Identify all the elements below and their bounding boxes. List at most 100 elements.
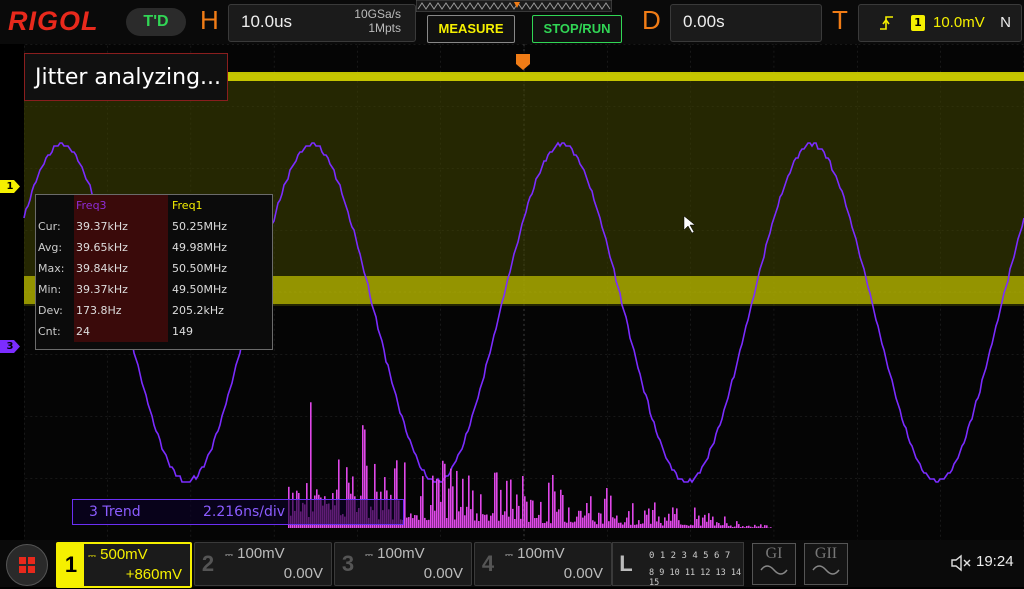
histogram-bar (700, 526, 702, 528)
histogram-bar (570, 522, 572, 528)
histogram-bar (544, 523, 546, 528)
histogram-bar (726, 523, 728, 528)
channel-3-panel[interactable]: 3 ⎓ 100mV 0.00V (334, 542, 472, 586)
histogram-bar (424, 518, 426, 528)
channel-1-panel[interactable]: 1 ⎓ 500mV +860mV (56, 542, 192, 588)
trigger-label: T (832, 5, 848, 36)
histogram-bar (404, 462, 406, 528)
row-value-a: 173.8Hz (74, 300, 168, 321)
histogram-bar (738, 524, 740, 528)
histogram-bar (674, 514, 676, 528)
histogram-bar (508, 517, 510, 528)
logic-channels-low: 0 1 2 3 4 5 6 7 (649, 551, 730, 561)
dc-coupling-icon: ⎓ (225, 550, 233, 561)
channel-4-scale: ⎓ 100mV (505, 545, 565, 562)
histogram-bar (550, 523, 552, 528)
histogram-bar (688, 526, 690, 528)
histogram-bar (446, 518, 448, 528)
row-value-a: 39.37kHz (74, 216, 168, 237)
histogram-bar (434, 511, 436, 528)
histogram-bar (756, 526, 758, 528)
histogram-bar (666, 521, 668, 528)
histogram-bar (484, 515, 486, 528)
delay-panel[interactable]: 0.00s (670, 4, 822, 42)
generator-1-button[interactable]: GI (752, 543, 796, 585)
channel-2-number: 2 (195, 543, 221, 585)
histogram-bar (714, 526, 716, 528)
channel-1-scale: ⎓ 500mV (88, 546, 148, 563)
histogram-bar (554, 491, 556, 528)
home-menu-button[interactable] (6, 544, 48, 586)
row-label: Max: (36, 258, 74, 279)
histogram-bar (642, 523, 644, 528)
histogram-bar (474, 520, 476, 528)
histogram-bar (502, 515, 504, 528)
histogram-bar (594, 522, 596, 528)
generator-2-button[interactable]: GII (804, 543, 848, 585)
histogram-bar (490, 516, 492, 528)
trend-label-bar[interactable]: 3 Trend 2.216ns/div (72, 499, 404, 525)
histogram-bar (628, 511, 630, 528)
histogram-bar (728, 526, 730, 528)
row-value-b: 49.98MHz (168, 237, 272, 258)
table-row: Dev: 173.8Hz 205.2kHz (36, 300, 272, 321)
histogram-bar (584, 516, 586, 528)
horizontal-panel[interactable]: 10.0us 10GSa/s 1Mpts (228, 4, 416, 42)
histogram-bar (528, 522, 530, 528)
histogram-bar (534, 518, 536, 528)
channel-1-scale-text: 500mV (100, 546, 148, 563)
histogram-bar (416, 515, 418, 528)
dc-coupling-icon: ⎓ (88, 551, 96, 562)
histogram-bar (486, 514, 488, 528)
histogram-bar (684, 525, 686, 528)
histogram-bar (440, 502, 442, 528)
row-value-b: 49.50MHz (168, 279, 272, 300)
table-row: Cur: 39.37kHz 50.25MHz (36, 216, 272, 237)
histogram-bar (744, 527, 746, 528)
timebase-value: 10.0us (241, 12, 292, 32)
histogram-bar (620, 523, 622, 528)
histogram-bar (406, 518, 408, 528)
histogram-bar (408, 517, 410, 528)
sine-wave-icon (811, 564, 841, 576)
row-value-a: 39.84kHz (74, 258, 168, 279)
histogram-bar (532, 501, 534, 528)
stop-run-button[interactable]: STOP/RUN (532, 15, 622, 43)
histogram-bar (702, 518, 704, 528)
logic-analyzer-panel[interactable]: L 0 1 2 3 4 5 6 7 8 9 10 11 12 13 14 15 (612, 542, 744, 586)
table-row: Max: 39.84kHz 50.50MHz (36, 258, 272, 279)
histogram-bar (530, 500, 532, 528)
channel-4-number: 4 (475, 543, 501, 585)
histogram-bar (614, 518, 616, 528)
channel-2-offset: 0.00V (284, 565, 323, 582)
meas-header-freq3: Freq3 (74, 195, 168, 216)
histogram-bar (480, 494, 482, 528)
delay-value: 0.00s (683, 12, 725, 32)
histogram-bar (450, 469, 452, 528)
histogram-bar (612, 517, 614, 528)
histogram-bar (518, 506, 520, 528)
histogram-bar (428, 520, 430, 528)
channel-3-offset: 0.00V (424, 565, 463, 582)
histogram-bar (764, 525, 766, 528)
mode-badge[interactable]: T'D (126, 8, 186, 36)
measure-button[interactable]: MEASURE (427, 15, 515, 43)
row-value-a: 24 (74, 321, 168, 342)
histogram-bar (536, 518, 538, 528)
histogram-bar (752, 527, 754, 528)
histogram-bar (524, 496, 526, 528)
histogram-bar (602, 524, 604, 528)
rising-edge-icon (879, 13, 895, 33)
histogram-bar (750, 527, 752, 528)
channel-2-panel[interactable]: 2 ⎓ 100mV 0.00V (194, 542, 332, 586)
channel-4-panel[interactable]: 4 ⎓ 100mV 0.00V (474, 542, 612, 586)
speaker-muted-icon[interactable] (950, 554, 972, 572)
histogram-bar (414, 515, 416, 528)
histogram-bar (510, 480, 512, 528)
histogram-bar (604, 499, 606, 528)
histogram-bar (466, 507, 468, 528)
trigger-panel[interactable]: 1 10.0mV N (858, 4, 1022, 42)
measurement-panel[interactable]: Freq3 Freq1 Cur: 39.37kHz 50.25MHz Avg: … (35, 194, 273, 350)
histogram-bar (478, 521, 480, 528)
trend-label: 3 Trend (89, 500, 141, 524)
